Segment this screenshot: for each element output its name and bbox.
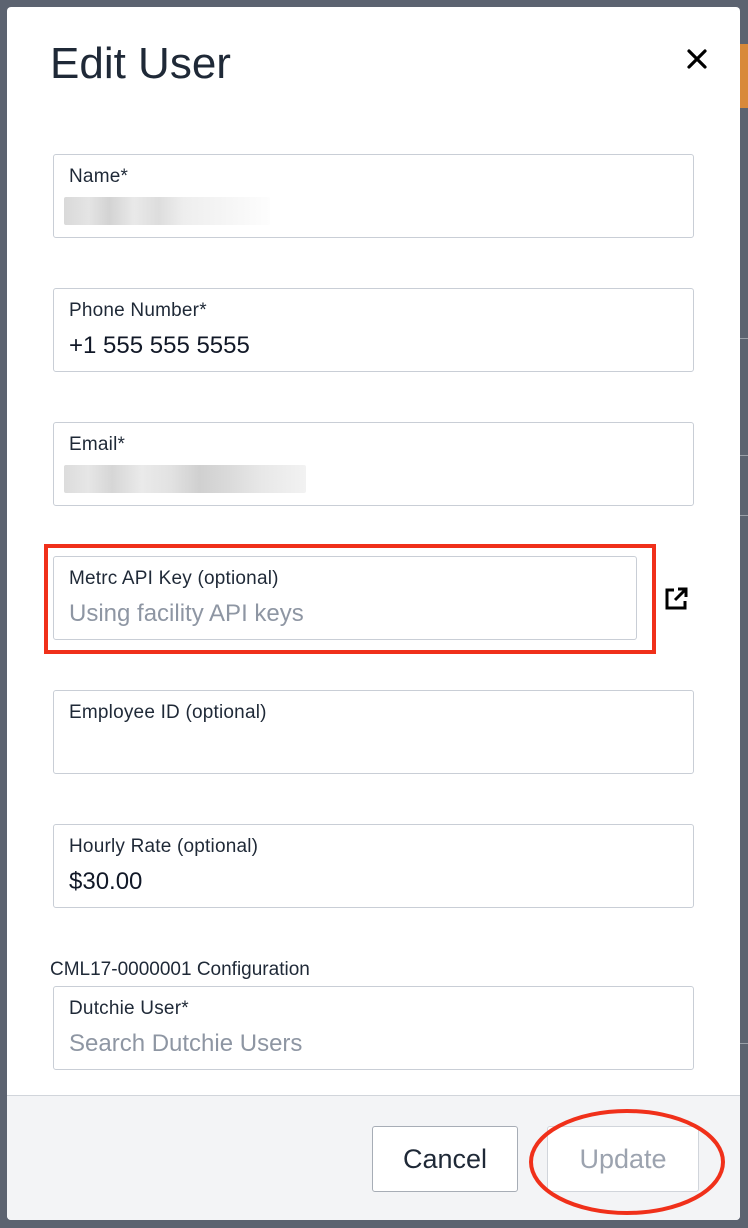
hourly-rate-field[interactable]: Hourly Rate (optional) [53,824,694,908]
metrc-api-key-input[interactable] [69,600,619,628]
configuration-section-label: CML17-0000001 Configuration [50,959,310,980]
dutchie-user-field-label: Dutchie User* [69,998,189,1019]
dutchie-user-field[interactable]: Dutchie User* [53,986,694,1070]
dutchie-user-search-input[interactable] [69,1030,669,1058]
employee-id-field[interactable]: Employee ID (optional) [53,690,694,774]
cancel-button[interactable]: Cancel [372,1126,518,1192]
update-button[interactable]: Update [547,1126,699,1192]
metrc-api-key-field-label: Metrc API Key (optional) [69,568,279,589]
hourly-rate-field-label: Hourly Rate (optional) [69,836,259,857]
employee-id-input[interactable] [69,734,669,762]
employee-id-field-label: Employee ID (optional) [69,702,267,723]
name-field-redacted-value [64,197,270,225]
phone-number-input[interactable] [69,332,669,360]
external-link-icon[interactable] [662,585,690,613]
modal-title: Edit User [50,39,231,88]
name-field-label: Name* [69,166,129,187]
edit-user-modal: Edit User Name* Phone Number* Email* Met… [7,7,740,1220]
metrc-api-key-field[interactable]: Metrc API Key (optional) [53,556,637,640]
name-field[interactable]: Name* [53,154,694,238]
phone-number-field[interactable]: Phone Number* [53,288,694,372]
hourly-rate-input[interactable] [69,868,669,896]
modal-footer: Cancel Update [7,1095,740,1220]
email-field-label: Email* [69,434,126,455]
close-icon[interactable] [685,47,709,71]
email-field-redacted-value [64,465,306,493]
phone-number-field-label: Phone Number* [69,300,207,321]
email-field[interactable]: Email* [53,422,694,506]
